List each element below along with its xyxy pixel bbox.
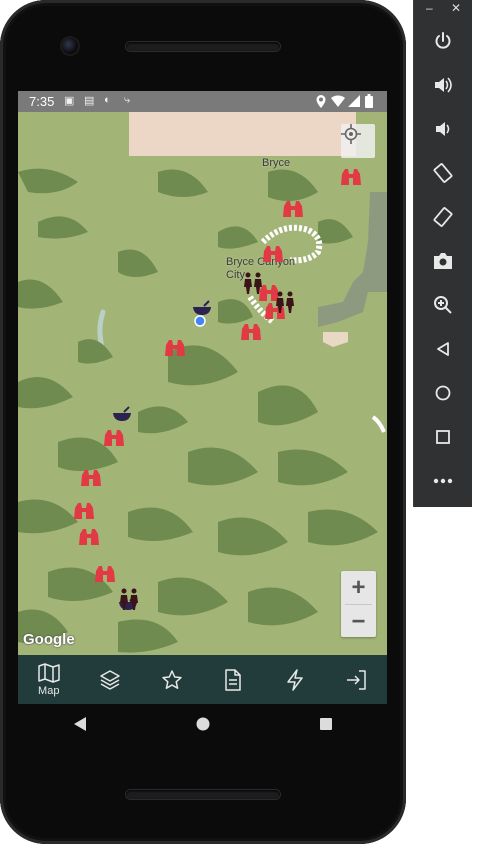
emulator-toolbar: – ✕ — [413, 0, 472, 507]
more-icon — [433, 478, 453, 484]
app-screen: 7:35 ▣ ▤ ◐ ⤷ Bryce Bryce Canyon City + −… — [18, 91, 387, 704]
bottom-speaker — [126, 790, 280, 799]
map-view[interactable]: Bryce Bryce Canyon City + − Google — [18, 112, 387, 655]
back-icon[interactable] — [72, 716, 88, 732]
home-icon[interactable] — [195, 716, 211, 732]
hikers-icon — [120, 588, 138, 610]
back-icon — [437, 342, 449, 356]
binoculars-icon — [104, 430, 124, 446]
binoculars-icon — [241, 324, 261, 340]
map-icon — [38, 662, 60, 683]
rotate-right-icon — [433, 207, 453, 227]
screenshot-button[interactable] — [428, 246, 458, 276]
minimize-icon[interactable]: – — [426, 1, 433, 15]
zoom-button[interactable] — [428, 290, 458, 320]
system-navigation-bar — [18, 704, 387, 744]
volume-down-icon — [436, 122, 450, 136]
zoom-out-button[interactable]: − — [341, 605, 376, 638]
volume-up-icon — [435, 77, 452, 93]
battery-icon — [365, 94, 373, 108]
device-frame: 7:35 ▣ ▤ ◐ ⤷ Bryce Bryce Canyon City + −… — [0, 0, 406, 844]
volume-up-button[interactable] — [428, 70, 458, 100]
camp-bowl-icon — [193, 300, 211, 315]
window-controls: – ✕ — [414, 1, 472, 20]
nav-documents[interactable] — [208, 658, 258, 702]
binoculars-icon — [95, 566, 115, 582]
bottom-navigation: Map — [18, 655, 387, 704]
place-label-bryce: Bryce — [262, 157, 291, 169]
nav-layers[interactable] — [85, 658, 135, 702]
status-bar: 7:35 ▣ ▤ ◐ ⤷ — [18, 91, 387, 112]
binoculars-icon — [341, 169, 361, 185]
binoculars-icon — [263, 246, 283, 262]
document-icon — [225, 668, 241, 691]
user-location-icon — [194, 315, 206, 327]
top-speaker — [126, 42, 280, 51]
binoculars-icon — [74, 503, 94, 519]
lightning-icon — [287, 668, 303, 691]
wifi-icon — [331, 95, 345, 107]
recents-icon[interactable] — [318, 716, 334, 732]
location-icon — [316, 95, 326, 108]
nav-login[interactable] — [331, 658, 381, 702]
my-location-button[interactable] — [341, 124, 375, 158]
home-icon — [435, 385, 451, 401]
data-saver-icon: ◐ — [104, 94, 111, 106]
camp-bowl-icon — [113, 406, 131, 421]
notification-icon: ▤ — [84, 95, 95, 107]
crosshair-icon — [341, 124, 361, 144]
cell-signal-icon — [348, 95, 360, 107]
nav-favorites[interactable] — [147, 658, 197, 702]
back-button[interactable] — [428, 334, 458, 364]
hikers-icon — [244, 272, 262, 294]
overview-button[interactable] — [428, 422, 458, 452]
power-icon — [435, 32, 451, 49]
binoculars-icon — [79, 529, 99, 545]
home-button[interactable] — [428, 378, 458, 408]
power-button[interactable] — [428, 26, 458, 56]
hikers-icon — [276, 291, 294, 313]
overview-icon — [436, 430, 450, 444]
more-button[interactable] — [428, 466, 458, 496]
google-attribution: Google — [23, 631, 75, 648]
volume-down-button[interactable] — [428, 114, 458, 144]
login-icon — [347, 669, 366, 690]
close-icon[interactable]: ✕ — [451, 1, 461, 15]
nav-activity[interactable] — [270, 658, 320, 702]
zoom-in-button[interactable]: + — [341, 571, 376, 604]
binoculars-icon — [283, 201, 303, 217]
nav-map-label: Map — [38, 684, 60, 697]
status-time: 7:35 — [29, 94, 55, 109]
zoom-controls: + − — [341, 571, 376, 637]
rotate-left-button[interactable] — [428, 158, 458, 188]
zoom-icon — [434, 296, 452, 314]
binoculars-icon — [165, 340, 185, 356]
gallery-icon: ▣ — [64, 95, 75, 107]
front-camera — [62, 38, 78, 54]
star-icon — [162, 669, 182, 689]
rotate-right-button[interactable] — [428, 202, 458, 232]
terrain-layer — [18, 112, 387, 655]
signal-wave-icon: ⤷ — [124, 94, 131, 106]
screenshot-icon — [434, 253, 452, 269]
nav-map[interactable]: Map — [24, 658, 74, 702]
layers-icon — [100, 669, 120, 690]
rotate-left-icon — [433, 163, 453, 183]
binoculars-icon — [81, 470, 101, 486]
